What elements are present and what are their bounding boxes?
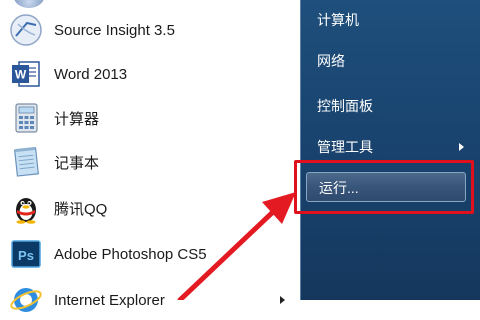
menu-item-label: Adobe Photoshop CS5 [54, 245, 207, 263]
programs-pane: Source Insight 3.5 W Word 2013 计算器 记事本 腾… [0, 0, 300, 312]
menu-item-label: 计算器 [54, 110, 100, 128]
menu-item-qq[interactable]: 腾讯QQ [8, 188, 293, 228]
submenu-arrow-icon [459, 143, 464, 151]
menu-item-internet-explorer[interactable]: Internet Explorer [8, 280, 293, 320]
notepad-icon [8, 144, 44, 180]
internet-explorer-icon [8, 282, 44, 318]
system-links-pane: 计算机 网络 控制面板 管理工具 [300, 0, 480, 300]
menu-item-notepad[interactable]: 记事本 [8, 142, 293, 182]
menu-item-network[interactable]: 网络 [317, 50, 345, 72]
menu-item-source-insight[interactable]: Source Insight 3.5 [8, 10, 293, 50]
menu-item-word[interactable]: W Word 2013 [8, 54, 293, 94]
menu-item-label: Internet Explorer [54, 291, 165, 309]
menu-item-label: 腾讯QQ [54, 200, 108, 218]
svg-text:W: W [15, 68, 27, 82]
source-insight-icon [8, 12, 44, 48]
calculator-icon [8, 100, 44, 136]
photoshop-icon: Ps [8, 236, 44, 272]
qq-penguin-icon [8, 190, 44, 226]
submenu-arrow-icon [280, 296, 285, 304]
menu-item-admin-tools[interactable]: 管理工具 [317, 136, 373, 158]
menu-item-label: Word 2013 [54, 65, 128, 83]
menu-item-calculator[interactable]: 计算器 [8, 98, 293, 138]
menu-item-label: 记事本 [54, 154, 100, 172]
cropped-app-icon [14, 0, 44, 8]
svg-text:Ps: Ps [18, 248, 34, 263]
menu-item-control-panel[interactable]: 控制面板 [317, 95, 373, 117]
menu-item-photoshop[interactable]: Ps Adobe Photoshop CS5 [8, 234, 293, 274]
word-icon: W [8, 56, 44, 92]
menu-item-label: Source Insight 3.5 [54, 21, 175, 39]
menu-item-computer[interactable]: 计算机 [317, 9, 359, 31]
highlight-box [294, 160, 474, 214]
